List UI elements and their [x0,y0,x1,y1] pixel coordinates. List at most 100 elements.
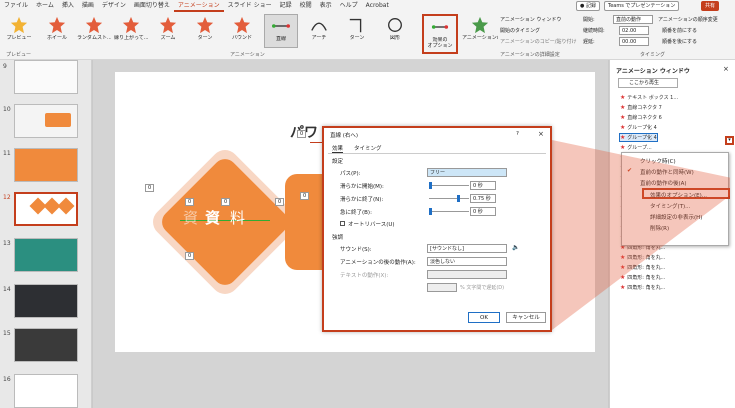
menu-animations[interactable]: アニメーション [173,0,224,12]
bounce-end-slider[interactable] [429,211,469,212]
start-select[interactable]: 直前の動作 [613,15,653,24]
animation-tag[interactable]: 0 [221,198,231,206]
close-icon[interactable]: × [723,65,729,73]
tab-effect[interactable]: 効果 [332,144,344,153]
menu-help[interactable]: ヘルプ [336,0,362,12]
menu-draw[interactable]: 描画 [78,0,98,12]
play-from-button[interactable]: ここから再生 [618,78,678,88]
share-label: 共有 [705,3,716,9]
slide-thumbnail-selected[interactable] [14,192,78,226]
slide-number: 13 [3,240,11,247]
trigger-button[interactable]: 開始のタイミング [500,27,540,34]
animation-list-item[interactable]: ★ グループ化 4 [620,124,657,131]
effect-rise[interactable]: 縁り上がって... [114,14,148,48]
effect-random[interactable]: ランダムスト... [77,14,111,48]
move-earlier-button[interactable]: 順番を前にする [662,27,697,34]
smooth-end-label: 滑らかに終了(N): [340,197,384,203]
animation-list-item[interactable]: ★ テキスト ボックス 1... [620,94,678,101]
slide-number: 14 [3,286,11,293]
delay-input[interactable]: 00.00 [619,37,649,46]
smooth-start-slider[interactable] [429,185,469,186]
autoreverse-label: オートリバース(U) [348,222,395,228]
menu-view[interactable]: 表示 [316,0,336,12]
menu-transitions[interactable]: 画面切り替え [130,0,174,12]
menu-acrobat[interactable]: Acrobat [362,0,393,12]
sound-select[interactable]: [サウンドなし] [427,244,507,253]
menu-slideshow[interactable]: スライド ショー [224,0,276,12]
effect-arc[interactable]: アーチ [302,14,336,48]
add-animation-button[interactable]: アニメーションの追加 [462,14,498,48]
slider-thumb[interactable] [429,208,432,215]
animation-window-button[interactable]: アニメーション ウィンドウ [500,16,561,23]
effect-bounce[interactable]: バウンド [225,14,259,48]
star-effect-icon [159,16,177,34]
autoreverse-checkbox[interactable] [340,221,345,226]
group-animation-label: アニメーション [230,52,265,58]
animate-text-label: テキストの動作(X): [340,273,389,279]
animation-pane-title: アニメーション ウィンドウ [616,68,690,75]
close-icon[interactable]: × [538,130,544,138]
slide-thumbnail[interactable] [14,148,78,182]
share-button[interactable]: 共有 [701,1,720,11]
effect-wheel[interactable]: ホイール [40,14,74,48]
slide-thumbnail[interactable] [14,328,78,362]
slide-text-1[interactable]: 資 [205,207,220,228]
star-effect-icon [122,16,140,34]
ok-button[interactable]: OK [468,312,500,323]
menu-record[interactable]: 記録 [276,0,296,12]
effect-shape[interactable]: 図形 [378,14,412,48]
animation-tag[interactable]: 0 [275,198,285,206]
slide-thumbnail[interactable] [14,284,78,318]
speaker-icon[interactable]: 🔈 [512,244,519,251]
slide-number: 12 [3,194,11,201]
cancel-button[interactable]: キャンセル [506,312,546,323]
menu-file[interactable]: ファイル [0,0,32,12]
smooth-end-input[interactable]: 0.75 秒 [470,194,496,203]
slide-thumbnail[interactable] [14,374,78,408]
effect-options-dialog: 直線 (右へ) ? × 効果 タイミング 設定 パス(P): フリー 滑らかに開… [322,126,552,332]
play-from-label: ここから再生 [629,80,660,86]
animation-list-item[interactable]: ★ 直線コネクタ 7 [620,104,662,111]
animation-tag[interactable]: 0 [297,130,307,138]
slide-thumbnail[interactable] [14,238,78,272]
preview-button[interactable]: プレビュー [2,14,36,48]
effect-zoom[interactable]: ズーム [151,14,185,48]
duration-input[interactable]: 02.00 [619,26,649,35]
smooth-start-input[interactable]: 0 秒 [470,181,496,190]
slide-thumbnail[interactable] [14,104,78,138]
animation-list-item[interactable]: ★ 直線コネクタ 6 [620,114,662,121]
bounce-end-input[interactable]: 0 秒 [470,207,496,216]
slide-number: 10 [3,106,11,113]
menu-insert[interactable]: 挿入 [58,0,78,12]
record-button[interactable]: ● 記録 [576,1,600,11]
line-path-icon [272,24,290,28]
help-icon[interactable]: ? [516,131,519,137]
animation-item-label: テキスト ボックス 1... [627,95,679,101]
animation-tag[interactable]: 0 [185,198,195,206]
reorder-label: アニメーションの順序変更 [658,17,718,23]
smooth-end-slider[interactable] [429,198,469,199]
animation-tag[interactable]: 0 [145,184,155,192]
slider-thumb[interactable] [429,182,432,189]
effect-options-button[interactable]: 効果の オプション [422,14,458,54]
menu-home[interactable]: ホーム [32,0,58,12]
animation-tag[interactable]: 0 [300,192,310,200]
move-later-button[interactable]: 順番を後にする [662,38,697,45]
animation-tag[interactable]: 0 [185,252,195,260]
teams-present-button[interactable]: Teams でプレゼンテーション [604,1,680,11]
slide-text-2[interactable]: 料 [230,207,245,228]
animation-window-label: アニメーション ウィンドウ [500,17,562,23]
slider-thumb[interactable] [457,195,460,202]
diamond-shape[interactable] [157,154,293,290]
menu-design[interactable]: デザイン [98,0,130,12]
effect-turn[interactable]: ターン [188,14,222,48]
menu-review[interactable]: 校閲 [296,0,316,12]
animation-painter-button[interactable]: アニメーションのコピー/貼り付け [500,38,577,45]
slide-thumbnail[interactable] [14,60,78,94]
effect-turn-path[interactable]: ターン [340,14,374,48]
path-select[interactable]: フリー [427,168,507,177]
effect-line[interactable]: 直線 [264,14,298,48]
after-animation-select[interactable]: 淡色しない [427,257,507,266]
tab-timing[interactable]: タイミング [354,144,382,152]
slide-text-ghost[interactable]: 資 [183,207,198,228]
